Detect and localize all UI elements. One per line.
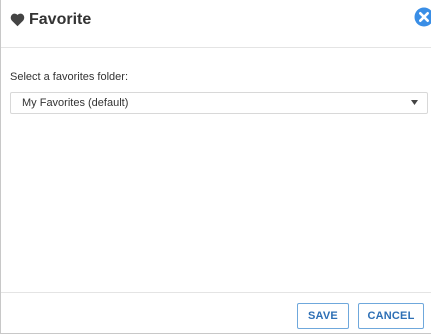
heart-icon (10, 13, 25, 27)
favorites-folder-select[interactable]: My Favorites (default) (10, 92, 428, 114)
folder-select-label: Select a favorites folder: (10, 71, 129, 83)
close-icon[interactable] (414, 7, 431, 27)
dialog-title-group: Favorite (10, 9, 91, 31)
cancel-button[interactable]: CANCEL (358, 303, 424, 329)
dialog-title: Favorite (29, 11, 92, 28)
dialog-header: Favorite (1, 0, 431, 48)
footer-divider (1, 292, 431, 293)
favorite-dialog: Favorite Select a favorites folder: My F… (0, 0, 431, 334)
dropdown-arrow-icon (411, 100, 418, 105)
save-button[interactable]: SAVE (297, 303, 349, 329)
selected-folder-value: My Favorites (default) (22, 97, 129, 109)
